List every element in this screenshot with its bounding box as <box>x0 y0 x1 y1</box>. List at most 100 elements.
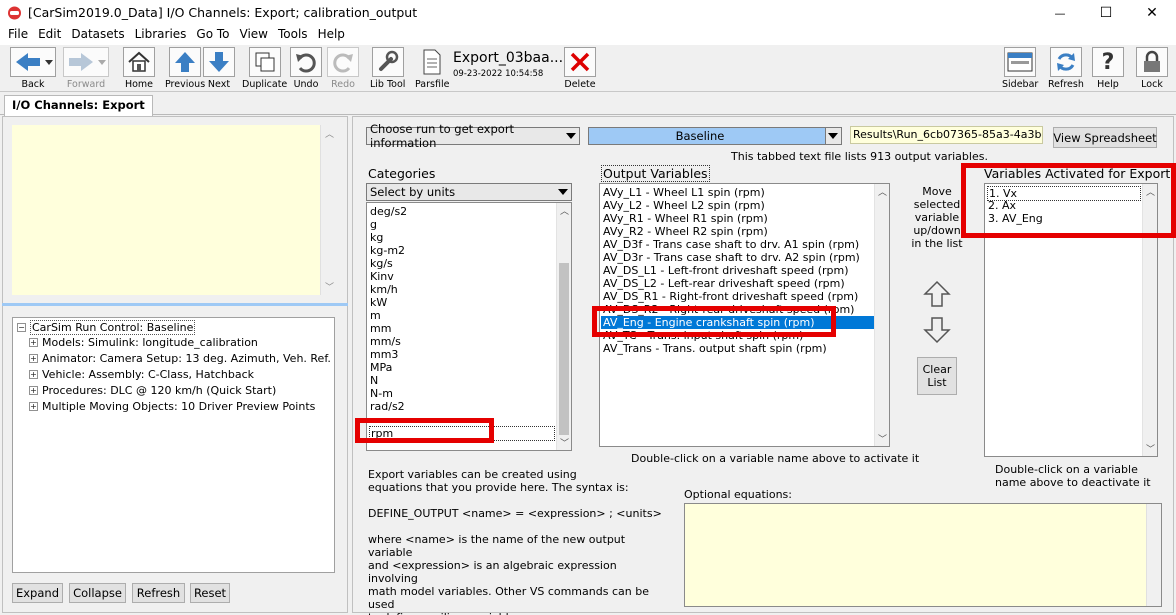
category-item[interactable]: deg/s2 <box>370 205 407 218</box>
menu-go-to[interactable]: Go To <box>191 26 234 45</box>
choose-run-dropdown[interactable]: Choose run to get export information <box>366 122 580 150</box>
collapse-icon[interactable]: − <box>17 323 26 332</box>
category-item[interactable]: kW <box>370 296 387 309</box>
menu-view[interactable]: View <box>235 26 273 45</box>
help-button[interactable]: ? Help <box>1092 47 1124 91</box>
back-button[interactable]: Back <box>10 47 56 91</box>
menu-datasets[interactable]: Datasets <box>66 26 129 45</box>
menu-libraries[interactable]: Libraries <box>130 26 192 45</box>
tree-item[interactable]: + Animator: Camera Setup: 13 deg. Azimuth… <box>29 352 331 365</box>
category-item[interactable]: mm/s <box>370 335 401 348</box>
category-item[interactable]: N-m <box>370 387 393 400</box>
notes-scrollbar[interactable]: ︿ ﹀ <box>320 125 336 295</box>
close-button[interactable]: ✕ <box>1129 0 1175 26</box>
tab-io-channels-export[interactable]: I/O Channels: Export <box>4 95 153 116</box>
category-item[interactable]: g <box>370 218 377 231</box>
categories-list[interactable]: deg/s2 g kg kg-m2 kg/s Kinv km/h kW m mm… <box>366 202 572 451</box>
output-variable-item[interactable]: AVy_L1 - Wheel L1 spin (rpm) <box>603 186 765 199</box>
output-variable-item[interactable]: AV_DS_L1 - Left-front driveshaft speed (… <box>603 264 849 277</box>
notes-area[interactable] <box>12 125 320 295</box>
home-icon <box>128 51 150 72</box>
tree-item[interactable]: + Models: Simulink: longitude_calibration <box>29 336 258 349</box>
category-item[interactable]: m <box>370 309 381 322</box>
output-variables-scrollbar[interactable]: ︿ ﹀ <box>874 184 889 446</box>
tree-item[interactable]: + Multiple Moving Objects: 10 Driver Prev… <box>29 400 315 413</box>
tree-refresh-button[interactable]: Refresh <box>132 583 185 603</box>
lock-icon <box>1144 50 1160 72</box>
expand-icon[interactable]: + <box>29 338 38 347</box>
refresh-button[interactable]: Refresh <box>1048 47 1084 91</box>
equations-scrollbar[interactable] <box>1146 504 1161 606</box>
chevron-down-icon <box>558 189 568 195</box>
run-dropdown[interactable]: Baseline <box>588 127 842 145</box>
category-item[interactable]: kg/s <box>370 257 393 270</box>
delete-x-icon <box>570 52 590 72</box>
back-arrow-icon <box>16 53 53 71</box>
reset-button[interactable]: Reset <box>190 583 230 603</box>
expand-button[interactable]: Expand <box>12 583 63 603</box>
categories-scrollbar[interactable]: ︿ ﹀ <box>556 203 571 450</box>
previous-button[interactable]: Previous <box>165 47 205 91</box>
tree-root[interactable]: − CarSim Run Control: Baseline <box>17 320 196 335</box>
output-variable-item[interactable]: AV_DS_L2 - Left-rear driveshaft speed (r… <box>603 277 845 290</box>
output-variable-item[interactable]: AVy_R2 - Wheel R2 spin (rpm) <box>603 225 768 238</box>
output-variable-item[interactable]: AV_Trans - Trans. output shaft spin (rpm… <box>603 342 827 355</box>
scroll-thumb[interactable] <box>559 263 569 435</box>
output-variable-item[interactable]: AVy_R1 - Wheel R1 spin (rpm) <box>603 212 768 225</box>
collapse-button[interactable]: Collapse <box>69 583 126 603</box>
category-item[interactable]: kg <box>370 231 383 244</box>
move-up-button[interactable] <box>923 280 951 308</box>
results-path: Results\Run_6cb07365-85a3-4a3b-95 <box>850 126 1043 144</box>
undo-button[interactable]: Undo <box>290 47 322 91</box>
annotation-box-activated <box>961 163 1176 238</box>
tab-row: I/O Channels: Export <box>0 93 1176 116</box>
maximize-button[interactable]: ☐ <box>1083 0 1129 26</box>
category-item[interactable]: rad/s2 <box>370 400 405 413</box>
output-variable-item[interactable]: AVy_L2 - Wheel L2 spin (rpm) <box>603 199 765 212</box>
output-variable-item[interactable]: AV_D3f - Trans case shaft to drv. A1 spi… <box>603 238 859 251</box>
category-item[interactable]: N <box>370 374 378 387</box>
clear-list-button[interactable]: Clear List <box>917 357 957 395</box>
expand-icon[interactable]: + <box>29 386 38 395</box>
splitter[interactable] <box>2 303 348 306</box>
menu-edit[interactable]: Edit <box>33 26 66 45</box>
menu-file[interactable]: File <box>0 26 33 45</box>
menu-help[interactable]: Help <box>313 26 350 45</box>
category-item[interactable]: km/h <box>370 283 398 296</box>
run-tree[interactable]: − CarSim Run Control: Baseline + Models: … <box>12 317 335 573</box>
category-item[interactable]: Kinv <box>370 270 394 283</box>
redo-button[interactable]: Redo <box>327 47 359 91</box>
forward-arrow-icon <box>69 53 106 71</box>
chevron-down-icon <box>828 133 838 139</box>
home-button[interactable]: Home <box>123 47 155 91</box>
output-variable-item[interactable]: AV_DS_R1 - Right-front driveshaft speed … <box>603 290 858 303</box>
delete-button[interactable]: Delete <box>564 47 596 91</box>
view-spreadsheet-button[interactable]: View Spreadsheet <box>1053 127 1157 148</box>
minimize-button[interactable]: — <box>1037 0 1083 26</box>
down-arrow-icon <box>209 52 229 72</box>
optional-equations-input[interactable] <box>684 503 1162 607</box>
category-item[interactable]: kg-m2 <box>370 244 405 257</box>
category-filter-dropdown[interactable]: Select by units <box>366 183 572 201</box>
expand-icon[interactable]: + <box>29 402 38 411</box>
app-icon <box>8 6 21 20</box>
parsfile-button[interactable]: Parsfile <box>415 47 449 91</box>
tree-item[interactable]: + Procedures: DLC @ 120 km/h (Quick Start… <box>29 384 276 397</box>
next-button[interactable]: Next <box>203 47 235 91</box>
category-item[interactable]: mm <box>370 322 391 335</box>
expand-icon[interactable]: + <box>29 370 38 379</box>
sidebar-button[interactable]: Sidebar <box>1002 47 1038 91</box>
lib-tool-button[interactable]: Lib Tool <box>370 47 405 91</box>
category-item[interactable]: mm3 <box>370 348 398 361</box>
lock-button[interactable]: Lock <box>1136 47 1168 91</box>
forward-button[interactable]: Forward <box>63 47 109 91</box>
tree-item[interactable]: + Vehicle: Assembly: C-Class, Hatchback <box>29 368 254 381</box>
menu-tools[interactable]: Tools <box>273 26 313 45</box>
output-variable-item[interactable]: AV_D3r - Trans case shaft to drv. A2 spi… <box>603 251 860 264</box>
duplicate-button[interactable]: Duplicate <box>242 47 287 91</box>
expand-icon[interactable]: + <box>29 354 38 363</box>
move-down-button[interactable] <box>923 316 951 344</box>
sidebar-icon <box>1007 52 1033 72</box>
category-item[interactable]: MPa <box>370 361 392 374</box>
minimize-icon: — <box>1054 6 1066 20</box>
